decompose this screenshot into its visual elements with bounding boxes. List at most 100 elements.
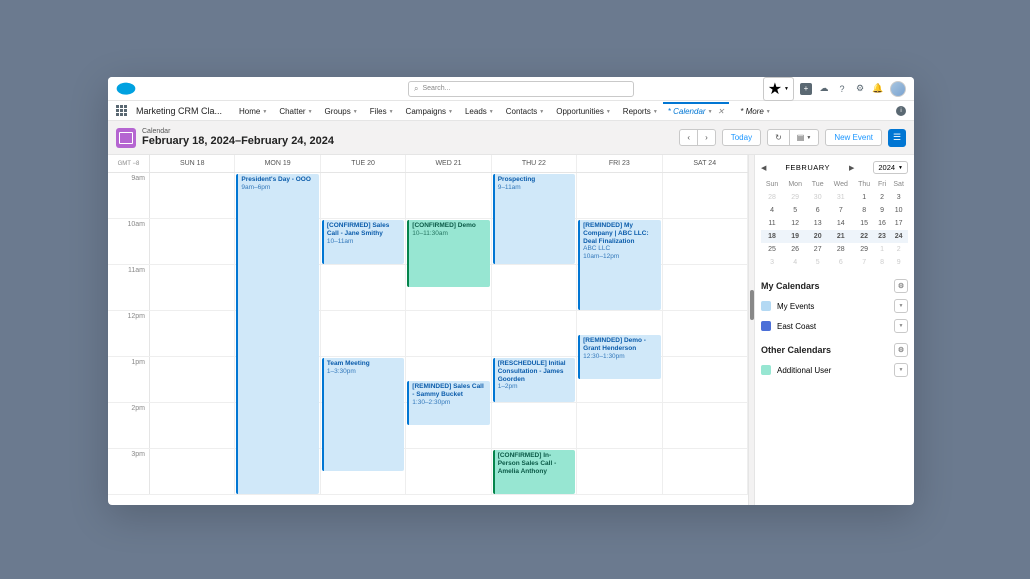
- mini-day[interactable]: 10: [889, 204, 908, 217]
- mini-day[interactable]: 22: [853, 230, 874, 243]
- mini-day[interactable]: 23: [875, 230, 889, 243]
- mini-day[interactable]: 17: [889, 217, 908, 230]
- scrollbar[interactable]: [748, 155, 754, 505]
- nav-leads[interactable]: Leads ▼: [460, 102, 499, 119]
- mini-day[interactable]: 3: [761, 256, 783, 269]
- search-input[interactable]: ⌕ Search...: [408, 81, 634, 97]
- mini-day[interactable]: 28: [828, 243, 853, 256]
- mini-day[interactable]: 5: [807, 256, 828, 269]
- new-event-button[interactable]: New Event: [825, 129, 882, 146]
- app-launcher-icon[interactable]: [116, 105, 128, 117]
- calendar-toolbar: Calendar February 18, 2024–February 24, …: [108, 121, 914, 155]
- mini-day[interactable]: 7: [853, 256, 874, 269]
- info-icon[interactable]: i: [896, 106, 906, 116]
- mini-day[interactable]: 6: [828, 256, 853, 269]
- app-window: ⌕ Search... ★ ▼ + ☁ ? ⚙ 🔔 Marketing CRM …: [108, 77, 914, 505]
- nav-home[interactable]: Home ▼: [234, 102, 272, 119]
- mini-day[interactable]: 15: [853, 217, 874, 230]
- mini-month-label: FEBRUARY: [785, 163, 830, 172]
- trailhead-icon[interactable]: ☁: [818, 83, 830, 95]
- nav-reports[interactable]: Reports ▼: [618, 102, 663, 119]
- mini-day[interactable]: 29: [783, 191, 807, 204]
- mini-next-month[interactable]: ▶: [849, 164, 854, 172]
- calendar-event[interactable]: Prospecting9–11am: [493, 174, 575, 264]
- calendar-options[interactable]: ▼: [894, 299, 908, 313]
- nav-chatter[interactable]: Chatter ▼: [274, 102, 317, 119]
- week-nav-group: ‹ ›: [679, 129, 715, 146]
- mini-day[interactable]: 6: [807, 204, 828, 217]
- nav-opportunities[interactable]: Opportunities ▼: [551, 102, 616, 119]
- mini-day[interactable]: 16: [875, 217, 889, 230]
- scrollbar-thumb[interactable]: [750, 290, 754, 320]
- mini-day[interactable]: 11: [761, 217, 783, 230]
- calendar-options[interactable]: ▼: [894, 363, 908, 377]
- mini-day[interactable]: 18: [761, 230, 783, 243]
- nav-groups[interactable]: Groups ▼: [320, 102, 363, 119]
- mini-day[interactable]: 1: [853, 191, 874, 204]
- today-button[interactable]: Today: [722, 129, 761, 146]
- mini-day[interactable]: 2: [889, 243, 908, 256]
- next-week-button[interactable]: ›: [698, 130, 715, 145]
- mini-day[interactable]: 30: [807, 191, 828, 204]
- mini-day[interactable]: 24: [889, 230, 908, 243]
- view-switcher[interactable]: ▤ ▼: [790, 130, 819, 145]
- mini-day[interactable]: 8: [853, 204, 874, 217]
- mini-day[interactable]: 9: [889, 256, 908, 269]
- nav-calendar[interactable]: * Calendar ▼✕: [663, 102, 729, 119]
- mini-day[interactable]: 28: [761, 191, 783, 204]
- mini-day[interactable]: 8: [875, 256, 889, 269]
- refresh-button[interactable]: ↻: [768, 130, 790, 145]
- nav-campaigns[interactable]: Campaigns ▼: [401, 102, 458, 119]
- mini-day[interactable]: 26: [783, 243, 807, 256]
- mini-day[interactable]: 4: [761, 204, 783, 217]
- mini-day[interactable]: 25: [761, 243, 783, 256]
- notifications-bell-icon[interactable]: 🔔: [872, 83, 884, 95]
- calendar-event[interactable]: [CONFIRMED] Sales Call - Jane Smithy10–1…: [322, 220, 404, 264]
- help-icon[interactable]: ?: [836, 83, 848, 95]
- mini-day[interactable]: 7: [828, 204, 853, 217]
- nav-contacts[interactable]: Contacts ▼: [501, 102, 550, 119]
- nav-more[interactable]: * More ▼: [735, 102, 776, 119]
- calendar-options[interactable]: ▼: [894, 319, 908, 333]
- calendar-event[interactable]: [CONFIRMED] Demo10–11:30am: [407, 220, 489, 287]
- side-panel-toggle[interactable]: ☰: [888, 129, 906, 147]
- calendar-event[interactable]: [REMINDED] My Company | ABC LLC: Deal Fi…: [578, 220, 660, 310]
- mini-day[interactable]: 19: [783, 230, 807, 243]
- nav-files[interactable]: Files ▼: [365, 102, 399, 119]
- calendar-event[interactable]: [CONFIRMED] In-Person Sales Call - Ameli…: [493, 450, 575, 494]
- day-header: THU 22: [492, 155, 577, 172]
- mini-day[interactable]: 4: [783, 256, 807, 269]
- mini-day[interactable]: 27: [807, 243, 828, 256]
- mini-day[interactable]: 20: [807, 230, 828, 243]
- mini-day[interactable]: 31: [828, 191, 853, 204]
- prev-week-button[interactable]: ‹: [680, 130, 698, 145]
- avatar[interactable]: [890, 81, 906, 97]
- year-selector[interactable]: 2024▼: [873, 161, 908, 174]
- calendar-label: My Events: [777, 302, 814, 311]
- mini-day[interactable]: 5: [783, 204, 807, 217]
- mini-day[interactable]: 3: [889, 191, 908, 204]
- hour-label: 2pm: [108, 403, 150, 448]
- gear-icon[interactable]: ⚙: [894, 279, 908, 293]
- gear-icon[interactable]: ⚙: [894, 343, 908, 357]
- calendar-event[interactable]: [REMINDED] Demo - Grant Henderson12:30–1…: [578, 335, 660, 379]
- mini-day[interactable]: 12: [783, 217, 807, 230]
- mini-day[interactable]: 1: [875, 243, 889, 256]
- mini-day[interactable]: 9: [875, 204, 889, 217]
- close-icon[interactable]: ✕: [718, 107, 725, 116]
- global-add-button[interactable]: +: [800, 83, 812, 95]
- favorites-button[interactable]: ★ ▼: [763, 77, 794, 101]
- mini-day[interactable]: 14: [828, 217, 853, 230]
- mini-prev-month[interactable]: ◀: [761, 164, 766, 172]
- setup-gear-icon[interactable]: ⚙: [854, 83, 866, 95]
- mini-day[interactable]: 2: [875, 191, 889, 204]
- mini-day[interactable]: 29: [853, 243, 874, 256]
- calendar-event[interactable]: Team Meeting1–3:30pm: [322, 358, 404, 471]
- calendar-event[interactable]: [REMINDED] Sales Call - Sammy Bucket1:30…: [407, 381, 489, 425]
- calendar-event[interactable]: President's Day - OOO9am–6pm: [236, 174, 318, 494]
- calendar-row-my-events: My Events ▼: [761, 299, 908, 313]
- calendar-event[interactable]: [RESCHEDULE] Initial Consultation - Jame…: [493, 358, 575, 402]
- mini-calendar[interactable]: SunMonTueWedThuFriSat2829303112345678910…: [761, 178, 908, 269]
- mini-day[interactable]: 13: [807, 217, 828, 230]
- mini-day[interactable]: 21: [828, 230, 853, 243]
